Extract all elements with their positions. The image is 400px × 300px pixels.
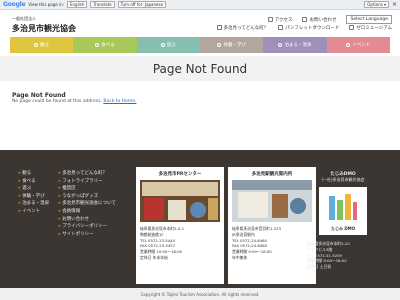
card-title: 多治見市PRセンター	[158, 172, 202, 177]
footer-link[interactable]: プライバシーポリシー	[58, 223, 116, 231]
footer-nav-1: 観る 食べる 遊ぶ 体験・学び 泊まる・温泉 イベント	[18, 170, 49, 216]
translate-button[interactable]: Translate	[90, 1, 115, 8]
close-icon[interactable]: ×	[392, 1, 397, 8]
site-header: 一般社団法人 多治見市観光協会 アクセス お問い合わせ Select Langu…	[0, 11, 400, 37]
map-icon	[267, 16, 273, 22]
back-home-link[interactable]: Back to Home.	[103, 99, 136, 104]
pr-center-card: 多治見市PRセンター 岐阜県多治見市本町5-9-1 陶都創造館1F TEL 05…	[136, 167, 224, 284]
turn-off-button[interactable]: Turn off for: Japanese	[117, 1, 167, 8]
fork-icon	[95, 43, 100, 47]
pamphlet-link[interactable]: パンフレットダウンロード	[278, 25, 339, 31]
footer-link[interactable]: 多治見ってどんな町？	[58, 170, 116, 178]
eye-icon	[34, 43, 39, 47]
footer-link[interactable]: フォトライブラリー	[58, 178, 116, 186]
about-town-link[interactable]: 多治見ってどんな町？	[216, 25, 268, 31]
card-title: たじみDMO	[330, 172, 356, 177]
footer-link[interactable]: うながっぱグッズ	[58, 193, 116, 201]
main-nav: 観る 食べる 遊ぶ 体験・学び 泊まる・温泉 イベント	[10, 37, 390, 53]
nav-item-experience[interactable]: 体験・学び	[199, 37, 264, 53]
museum-link[interactable]: ゼロミュージアム	[349, 25, 392, 31]
card-info: 岐阜県多治見市音羽町1-233 JR多治見駅内 TEL 0572-24-6460…	[232, 226, 282, 260]
not-found-message: No page could be found at this address. …	[12, 99, 137, 104]
page-title: Page Not Found	[152, 61, 248, 76]
nav-item-stay[interactable]: 泊まる・温泉	[263, 37, 327, 53]
page-title-band: Page Not Found	[0, 56, 400, 81]
footer-link[interactable]: イベント	[18, 208, 49, 216]
museum-icon	[349, 25, 355, 30]
hotspring-icon	[278, 43, 283, 47]
copyright: Copyright © Tajimi Tourism Association. …	[0, 288, 400, 300]
nav-item-see[interactable]: 観る	[10, 37, 74, 53]
nav-item-play[interactable]: 遊ぶ	[136, 37, 200, 53]
card-subtitle: (一社)多治見市観光協会	[321, 177, 365, 182]
contact-link[interactable]: お問い合わせ	[302, 16, 336, 23]
language-select[interactable]: English	[66, 1, 88, 8]
not-found-heading: Page Not Found	[12, 92, 66, 99]
town-icon	[216, 25, 222, 30]
card-info: 岐阜県多治見市本町5-9-1 陶都創造館1F TEL 0572-23-5444 …	[140, 226, 185, 260]
dmo-card: たじみDMO (一社)多治見市観光協会 たじみ DMO 岐阜県多治見市本町5-2…	[305, 167, 381, 284]
card-info: 岐阜県多治見市本町5-20 ヒラクビル3階 TEL 0572-51-9259 営…	[307, 241, 350, 270]
footer-link[interactable]: 多治見市観光協会について	[58, 200, 116, 208]
language-selector[interactable]: Select Language	[346, 15, 392, 24]
pr-center-photo	[140, 180, 220, 222]
footer-nav-2: 多治見ってどんな町？ フォトライブラリー 推奨店 うながっぱグッズ 多治見市観光…	[58, 170, 116, 238]
card-title: 多治見駅観光案内所	[251, 172, 293, 177]
footer-link[interactable]: 観る	[18, 170, 49, 178]
footer-link[interactable]: サイトポリシー	[58, 231, 116, 239]
google-translate-bar: Google View this page in: English Transl…	[0, 0, 400, 10]
download-icon	[278, 25, 284, 30]
book-icon	[217, 43, 222, 47]
org-prefix: 一般社団法人	[12, 16, 36, 21]
dmo-logo: たじみ DMO	[319, 187, 367, 235]
options-button[interactable]: Options ▾	[364, 1, 389, 8]
footer-link[interactable]: 体験・学び	[18, 193, 49, 201]
site-logo[interactable]: 多治見市観光協会	[12, 23, 76, 34]
footer-link[interactable]: 泊まる・温泉	[18, 200, 49, 208]
view-label: View this page in:	[28, 2, 64, 7]
google-logo: Google	[3, 1, 26, 8]
play-icon	[160, 43, 165, 47]
station-info-card: 多治見駅観光案内所 岐阜県多治見市音羽町1-233 JR多治見駅内 TEL 05…	[228, 167, 316, 284]
dmo-logo-mark	[329, 194, 357, 220]
footer-link[interactable]: 会員情報	[58, 208, 116, 216]
footer-link[interactable]: お問い合わせ	[58, 216, 116, 224]
access-link[interactable]: アクセス	[267, 16, 292, 23]
nav-item-eat[interactable]: 食べる	[73, 37, 137, 53]
header-links-top: アクセス お問い合わせ Select Language	[267, 15, 392, 24]
mail-icon	[302, 16, 308, 22]
station-info-photo	[232, 180, 312, 222]
footer-link[interactable]: 遊ぶ	[18, 185, 49, 193]
header-links-bottom: 多治見ってどんな町？ パンフレットダウンロード ゼロミュージアム	[216, 25, 392, 31]
site-footer: 観る 食べる 遊ぶ 体験・学び 泊まる・温泉 イベント 多治見ってどんな町？ フ…	[0, 150, 400, 288]
footer-link[interactable]: 推奨店	[58, 185, 116, 193]
calendar-icon	[346, 43, 351, 47]
footer-link[interactable]: 食べる	[18, 178, 49, 186]
nav-item-events[interactable]: イベント	[326, 37, 390, 53]
